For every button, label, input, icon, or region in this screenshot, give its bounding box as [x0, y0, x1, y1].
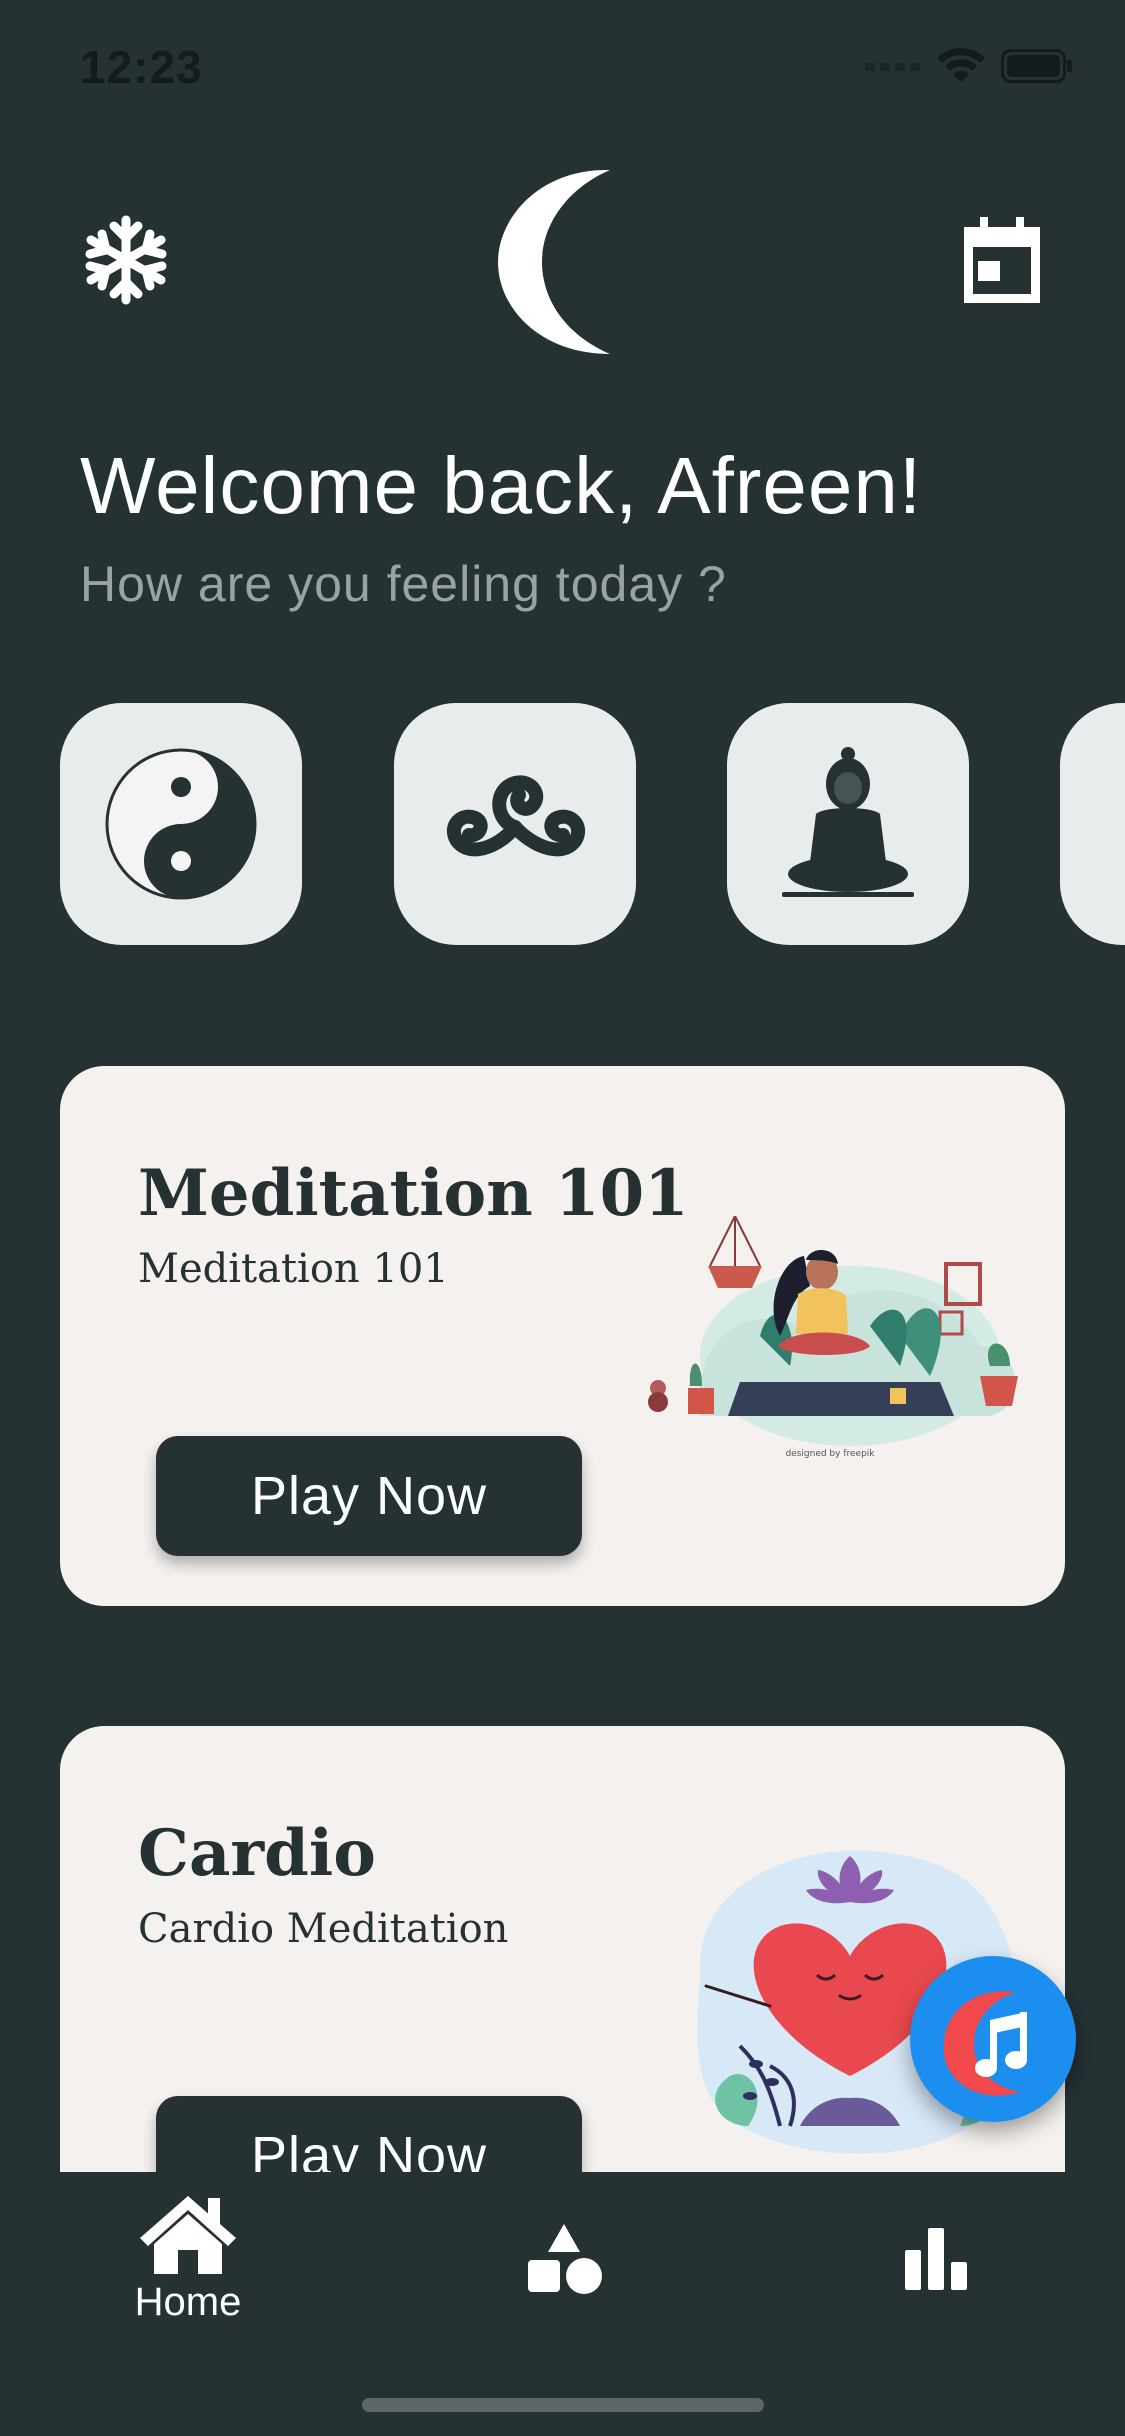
- session-card-meditation: Meditation 101 Meditation 101 Play Now d…: [60, 1066, 1065, 1606]
- welcome-subtitle: How are you feeling today ?: [80, 556, 727, 612]
- card-title: Cardio: [138, 1816, 376, 1891]
- welcome-title: Welcome back, Afreen!: [80, 441, 923, 530]
- meditation-woman-illustration: designed by freepik: [648, 1216, 1018, 1459]
- card-subtitle: Meditation 101: [138, 1246, 449, 1292]
- signal-icon: [865, 63, 920, 71]
- play-now-button[interactable]: Play Now: [156, 2096, 582, 2172]
- wifi-icon: [937, 48, 985, 82]
- partial-mood-icon: [1103, 746, 1125, 902]
- music-moon-icon: [943, 1991, 1027, 2096]
- mood-tile-partial[interactable]: [1060, 703, 1125, 945]
- session-card-cardio: Cardio Cardio Meditation Play Now: [60, 1726, 1065, 2172]
- home-indicator: [362, 2398, 764, 2412]
- snowflake-button[interactable]: [76, 210, 176, 310]
- bar-chart-icon: [905, 2228, 967, 2290]
- snowflake-icon: [85, 215, 167, 305]
- nav-explore[interactable]: [454, 2222, 674, 2296]
- calendar-button[interactable]: [950, 210, 1054, 314]
- mood-tile-buddha[interactable]: [727, 703, 969, 945]
- music-fab[interactable]: [910, 1956, 1076, 2122]
- play-now-button[interactable]: Play Now: [156, 1436, 582, 1556]
- yin-yang-icon: [105, 748, 257, 900]
- calendar-icon: [964, 217, 1040, 303]
- shapes-icon: [528, 2224, 602, 2294]
- triskelion-icon: [446, 775, 586, 857]
- status-time: 12:23: [80, 41, 203, 93]
- nav-home[interactable]: Home: [78, 2192, 298, 2325]
- crescent-moon-icon: [498, 169, 610, 354]
- nav-stats[interactable]: [826, 2222, 1046, 2292]
- top-bar: [0, 150, 1125, 370]
- nav-label-home: Home: [134, 2280, 242, 2324]
- buddha-icon: [782, 747, 914, 897]
- illustration-credit: designed by freepik: [785, 1449, 875, 1459]
- mood-selector: [60, 703, 1125, 945]
- card-subtitle: Cardio Meditation: [138, 1906, 509, 1952]
- status-icons: [865, 48, 1073, 84]
- mood-tile-triskelion[interactable]: [394, 703, 636, 945]
- mood-tile-yin-yang[interactable]: [60, 703, 302, 945]
- home-icon: [140, 2196, 236, 2274]
- status-bar: 12:23: [0, 0, 1125, 132]
- bottom-nav: Home: [0, 2172, 1125, 2436]
- moon-logo: [480, 158, 650, 358]
- card-title: Meditation 101: [138, 1156, 689, 1231]
- battery-icon: [1001, 49, 1072, 83]
